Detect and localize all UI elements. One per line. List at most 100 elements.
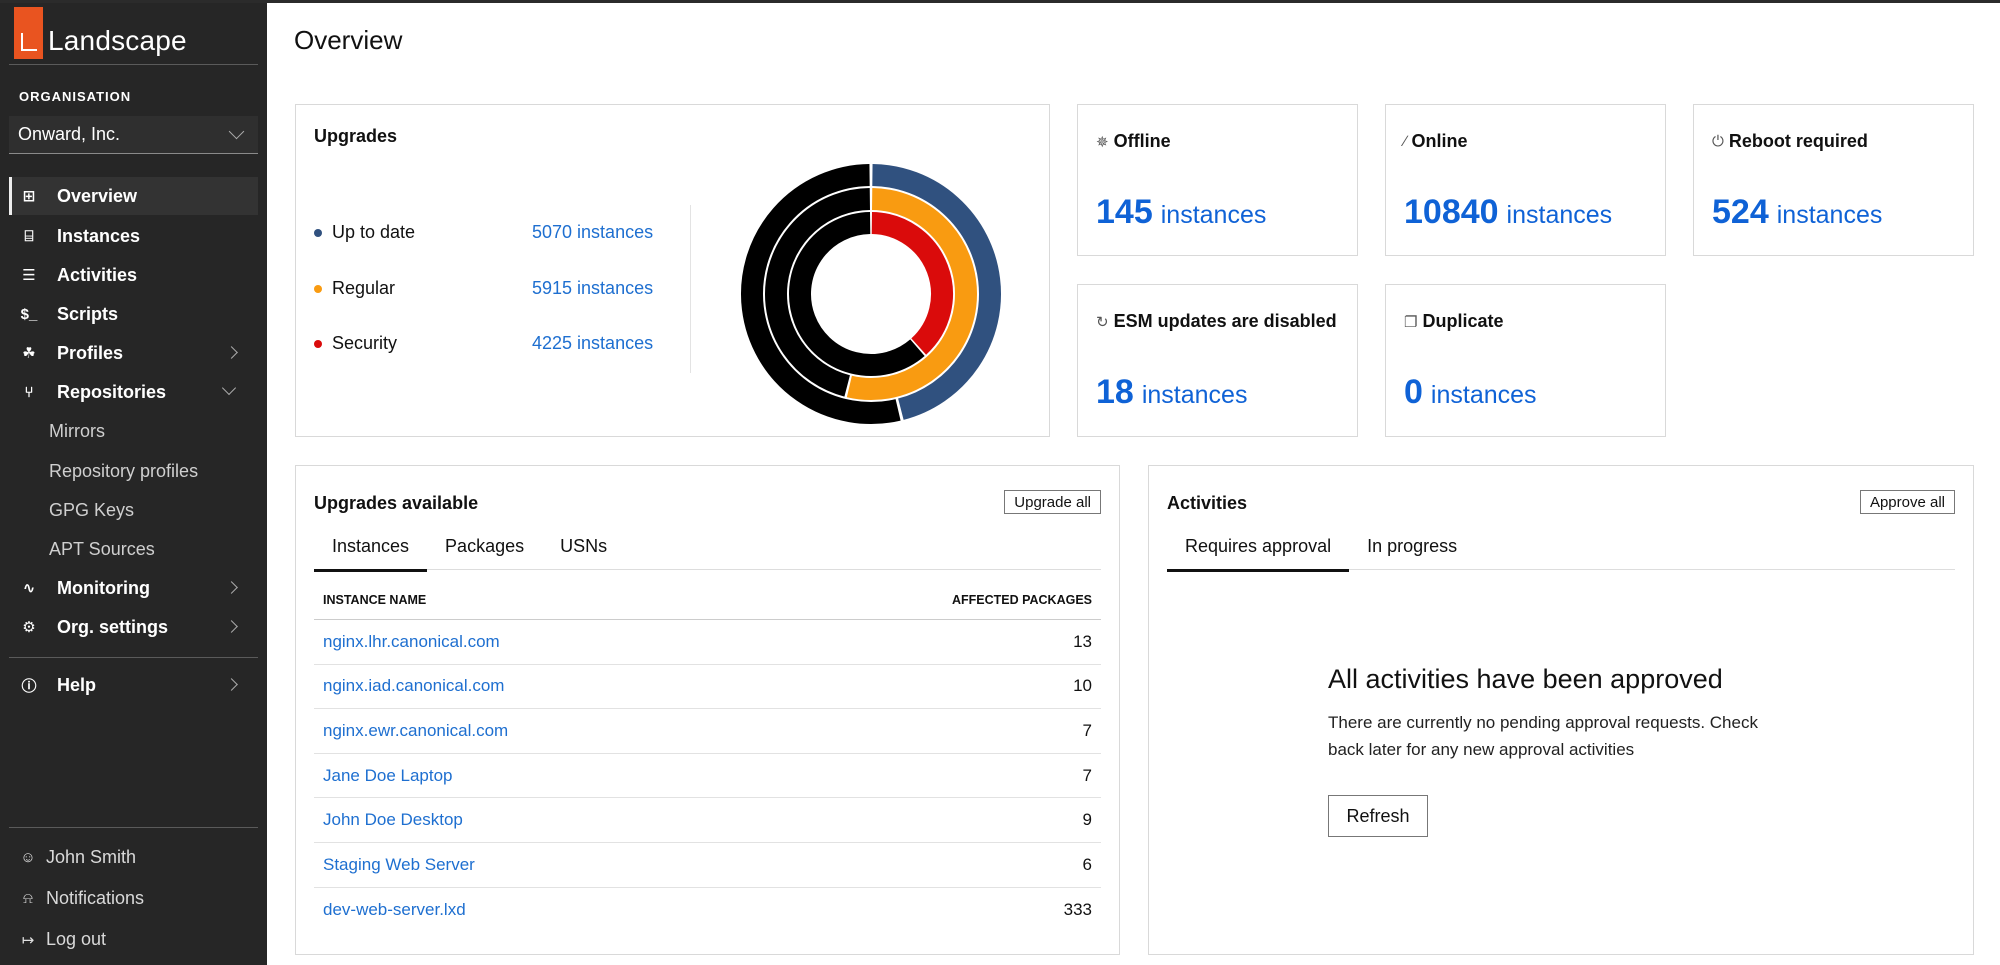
table-row: nginx.iad.canonical.com 10	[314, 665, 1101, 710]
legend-value-link[interactable]: 5915 instances	[532, 278, 653, 299]
stat-card-offline[interactable]: ✵ Offline 145 instances	[1077, 104, 1358, 256]
legend-regular: Regular 5915 instances	[314, 278, 664, 299]
sidebar-item-instances[interactable]: ⌸ Instances	[9, 217, 258, 255]
grid-icon: ⊞	[22, 188, 36, 205]
chevron-down-icon	[221, 380, 237, 396]
table-row: Jane Doe Laptop 7	[314, 754, 1101, 799]
sidebar-item-label: Repositories	[57, 381, 167, 402]
instance-link[interactable]: nginx.iad.canonical.com	[323, 676, 504, 696]
card-title: Upgrades	[314, 126, 398, 146]
stat-unit: instances	[1141, 381, 1248, 409]
stat-label: ✵ Offline	[1096, 131, 1171, 152]
stat-label: ∕ Online	[1404, 131, 1468, 152]
footer-label: Notifications	[46, 888, 145, 908]
stat-value: 524 instances	[1712, 193, 1882, 232]
brand[interactable]: Landscape	[14, 3, 187, 59]
org-select[interactable]: Onward, Inc.	[9, 116, 258, 154]
stat-unit: instances	[1506, 201, 1613, 229]
stat-number: 18	[1096, 373, 1134, 411]
sidebar-item-label: Profiles	[57, 342, 124, 363]
upgrades-table: INSTANCE NAME AFFECTED PACKAGES nginx.lh…	[314, 580, 1101, 932]
chevron-right-icon	[225, 678, 238, 691]
chevron-down-icon	[228, 123, 245, 140]
sidebar-item-help[interactable]: ⓘ Help	[9, 666, 258, 704]
table-header: INSTANCE NAME AFFECTED PACKAGES	[314, 580, 1101, 620]
instance-link[interactable]: John Doe Desktop	[323, 810, 463, 830]
legend-label: Up to date	[332, 222, 416, 242]
fork-icon: ⑂	[24, 383, 34, 401]
instance-link[interactable]: Staging Web Server	[323, 855, 475, 875]
sidebar-item-overview[interactable]: ⊞ Overview	[9, 177, 258, 215]
sidebar-item-label: Instances	[57, 225, 141, 246]
legend-dot	[314, 228, 322, 237]
approve-all-button[interactable]: Approve all	[1859, 490, 1955, 514]
legend-label: Security	[332, 333, 398, 353]
tab-usns[interactable]: USNs	[542, 528, 625, 570]
instance-link[interactable]: dev-web-server.lxd	[323, 900, 466, 920]
empty-state-title: All activities have been approved	[1328, 664, 1723, 694]
power-icon: ⏻	[1712, 133, 1724, 150]
table-row: nginx.lhr.canonical.com 13	[314, 620, 1101, 665]
notifications-link[interactable]: ⍾ Notifications	[19, 888, 144, 909]
user-account-link[interactable]: ☺ John Smith	[19, 847, 136, 868]
column-header-affected-packages[interactable]: AFFECTED PACKAGES	[952, 593, 1092, 607]
sidebar-item-label: Activities	[57, 264, 138, 285]
page-title: Overview	[294, 25, 403, 55]
activities-card: Activities Approve all Requires approval…	[1148, 465, 1974, 955]
upgrades-card: Upgrades Up to date 5070 instances Regul…	[295, 104, 1050, 437]
stat-value: 0 instances	[1404, 373, 1537, 412]
stat-label-text: Online	[1411, 131, 1468, 151]
tab-packages[interactable]: Packages	[427, 528, 542, 570]
sidebar-subitem-apt-sources[interactable]: APT Sources	[49, 539, 155, 560]
stat-label: ↻ ESM updates are disabled	[1096, 311, 1337, 332]
tab-instances[interactable]: Instances	[314, 528, 428, 572]
sidebar-item-org-settings[interactable]: ⚙ Org. settings	[9, 608, 258, 646]
legend-up-to-date: Up to date 5070 instances	[314, 222, 664, 243]
instance-link[interactable]: nginx.ewr.canonical.com	[323, 721, 508, 741]
sidebar-subitem-gpg-keys[interactable]: GPG Keys	[49, 500, 134, 521]
landscape-logo-icon	[14, 7, 43, 59]
sidebar-item-scripts[interactable]: $_ Scripts	[9, 295, 258, 333]
refresh-button[interactable]: Refresh	[1328, 795, 1428, 837]
stat-unit: instances	[1160, 201, 1267, 229]
sidebar-item-label: Help	[57, 674, 97, 695]
instance-link[interactable]: nginx.lhr.canonical.com	[323, 632, 500, 652]
offline-icon: ✵	[1096, 133, 1109, 151]
stat-number: 0	[1404, 373, 1423, 411]
stat-card-esm-disabled[interactable]: ↻ ESM updates are disabled 18 instances	[1077, 284, 1358, 437]
duplicate-icon: ❐	[1404, 313, 1418, 331]
affected-count: 7	[1082, 720, 1092, 740]
sidebar-item-monitoring[interactable]: ∿ Monitoring	[9, 569, 258, 607]
card-title: Activities	[1167, 493, 1248, 513]
stat-label-text: ESM updates are disabled	[1113, 311, 1337, 331]
sidebar-item-repositories[interactable]: ⑂ Repositories	[9, 373, 258, 411]
upgrade-all-button[interactable]: Upgrade all	[1004, 490, 1101, 514]
stat-number: 524	[1712, 193, 1769, 231]
stat-label: ⏻ Reboot required	[1712, 131, 1868, 152]
stat-value: 18 instances	[1096, 373, 1247, 412]
stat-card-duplicate[interactable]: ❐ Duplicate 0 instances	[1385, 284, 1666, 437]
sidebar-subitem-mirrors[interactable]: Mirrors	[49, 421, 105, 442]
affected-count: 9	[1082, 810, 1092, 830]
sidebar-item-activities[interactable]: ☰ Activities	[9, 256, 258, 294]
stat-card-online[interactable]: ∕ Online 10840 instances	[1385, 104, 1666, 256]
legend-dot	[314, 339, 322, 348]
help-icon: ⓘ	[21, 677, 37, 695]
tab-requires-approval[interactable]: Requires approval	[1167, 528, 1350, 572]
instance-link[interactable]: Jane Doe Laptop	[323, 766, 453, 786]
legend-value-link[interactable]: 4225 instances	[532, 333, 653, 354]
sidebar-subitem-repository-profiles[interactable]: Repository profiles	[49, 461, 198, 482]
table-row: John Doe Desktop 9	[314, 798, 1101, 843]
online-icon: ∕	[1404, 133, 1407, 150]
table-row: Staging Web Server 6	[314, 843, 1101, 888]
legend-value-link[interactable]: 5070 instances	[532, 222, 653, 243]
pulse-icon: ∿	[22, 580, 36, 597]
tab-in-progress[interactable]: In progress	[1349, 528, 1475, 570]
column-header-instance-name[interactable]: INSTANCE NAME	[323, 593, 426, 607]
chevron-right-icon	[225, 581, 238, 594]
refresh-icon: ↻	[1096, 313, 1109, 331]
stat-card-reboot-required[interactable]: ⏻ Reboot required 524 instances	[1693, 104, 1974, 256]
sidebar-item-profiles[interactable]: ☘ Profiles	[9, 334, 258, 372]
donut-segment-security[interactable]	[871, 212, 953, 355]
logout-link[interactable]: ↦ Log out	[19, 929, 106, 950]
